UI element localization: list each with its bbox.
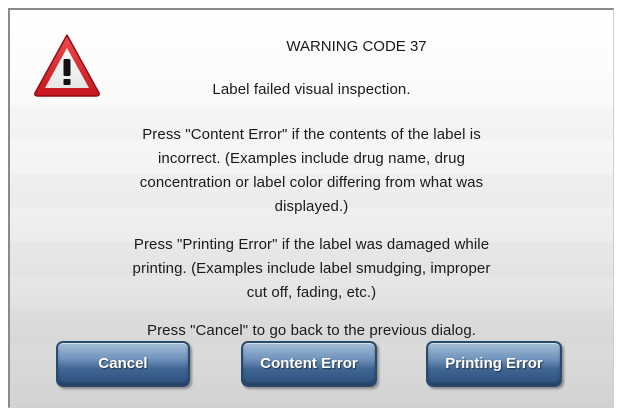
message-cancel: Press "Cancel" to go back to the previou… xyxy=(10,319,613,343)
message-summary: Label failed visual inspection. xyxy=(10,78,613,102)
message-content-error: Press "Content Error" if the contents of… xyxy=(10,123,613,219)
printing-error-button[interactable]: Printing Error xyxy=(426,341,562,387)
message-line: cut off, fading, etc.) xyxy=(246,284,377,301)
content-error-button[interactable]: Content Error xyxy=(241,341,377,387)
message-line: concentration or label color differing f… xyxy=(139,174,484,191)
dialog-title: WARNING CODE 37 xyxy=(286,38,427,55)
message-line: printing. (Examples include label smudgi… xyxy=(132,260,491,277)
message-line: Press "Cancel" to go back to the previou… xyxy=(146,322,477,339)
message-line: Press "Printing Error" if the label was … xyxy=(133,236,490,253)
message-line: Label failed visual inspection. xyxy=(212,81,411,98)
message-line: displayed.) xyxy=(274,198,349,215)
message-line: Press "Content Error" if the contents of… xyxy=(142,126,481,143)
cancel-button[interactable]: Cancel xyxy=(56,341,190,387)
message-line: incorrect. (Examples include drug name, … xyxy=(157,150,466,167)
message-printing-error: Press "Printing Error" if the label was … xyxy=(10,233,613,305)
